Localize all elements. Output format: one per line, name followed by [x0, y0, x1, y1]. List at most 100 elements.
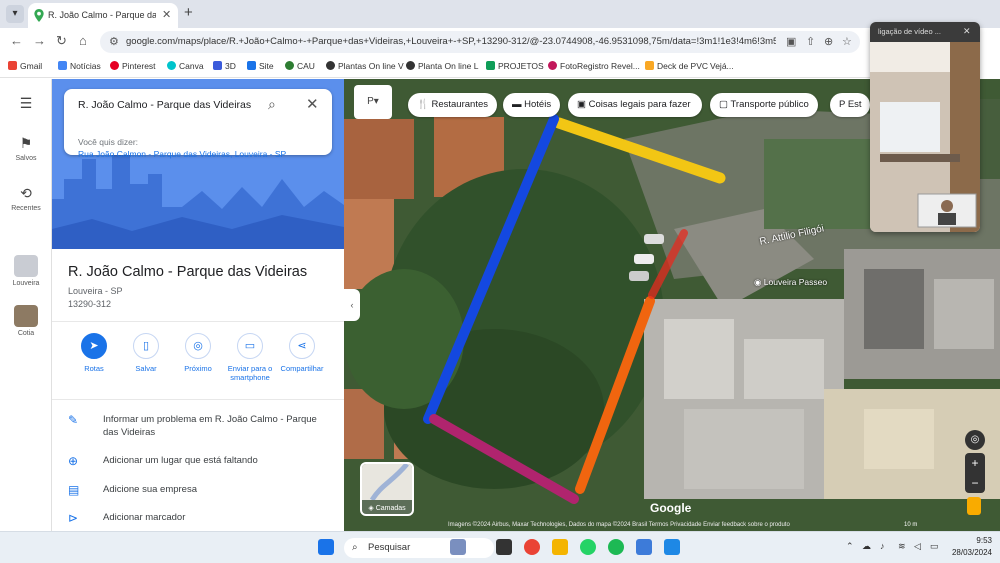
menu-icon[interactable]: ☰: [0, 95, 52, 115]
clock-date[interactable]: 28/03/2024: [944, 548, 992, 557]
bookmark-star-icon[interactable]: ☆: [842, 35, 852, 48]
bookmark-noticias[interactable]: Notícias: [58, 61, 101, 71]
chip-hotels[interactable]: ▬ Hotéis: [503, 93, 561, 117]
bookmarks-bar: Gmail Notícias Pinterest Canva 3D Site C…: [0, 56, 870, 78]
store-icon: ▤: [68, 483, 80, 497]
new-tab-icon[interactable]: +: [184, 4, 193, 21]
tab-search-button[interactable]: ▾: [6, 5, 24, 23]
zoom-icon[interactable]: ⊕: [824, 35, 833, 48]
did-you-mean-label: Você quis dizer:: [78, 137, 139, 147]
battery-icon[interactable]: ▭: [930, 541, 939, 552]
my-location-icon[interactable]: ◎: [965, 430, 985, 450]
share-button[interactable]: ⋖ Compartilhar: [274, 333, 330, 373]
bookmark-deck-pvc[interactable]: Deck de PVC: [645, 61, 708, 71]
bookmark-gmail[interactable]: Gmail: [8, 61, 42, 71]
reload-icon[interactable]: ↻: [56, 33, 67, 49]
label-icon: ⊳: [68, 511, 79, 525]
parking-icon: P: [839, 99, 846, 110]
chip-transit[interactable]: ▢ Transporte público: [710, 93, 818, 117]
chip-restaurants[interactable]: 🍴 Restaurantes: [408, 93, 497, 117]
whatsapp-icon[interactable]: [580, 539, 596, 555]
map-scale: 10 m: [904, 522, 918, 528]
forward-icon[interactable]: →: [33, 33, 46, 48]
search-query[interactable]: R. João Calmo - Parque das Videiras: [78, 99, 251, 111]
rail-recent[interactable]: ⟲ Recentes: [0, 185, 52, 212]
spotify-icon[interactable]: [608, 539, 624, 555]
bookmark-3d[interactable]: 3D: [213, 61, 236, 71]
poi-label[interactable]: ◉ Louveira Passeo: [754, 277, 827, 288]
bookmark-pinterest[interactable]: Pinterest: [110, 61, 156, 71]
layers-button[interactable]: ◈ Camadas: [360, 462, 414, 516]
video-call-window[interactable]: ligação de vídeo ... ✕: [870, 22, 980, 232]
bookmark-fotoregistro[interactable]: FotoRegistro Revel...: [548, 61, 640, 71]
taskbar-search[interactable]: ⌕ Pesquisar: [344, 538, 494, 558]
video-feed: [870, 42, 980, 232]
zoom-controls: + −: [965, 453, 985, 493]
chevron-up-icon[interactable]: ⌃: [846, 541, 854, 552]
close-icon[interactable]: ✕: [306, 95, 319, 113]
rail-saved[interactable]: ⚑ Salvos: [0, 135, 52, 162]
install-app-icon[interactable]: ▣: [786, 35, 796, 48]
address-bar[interactable]: ⚙ google.com/maps/place/R.+João+Calmo+-+…: [100, 31, 860, 53]
place-title: R. João Calmo - Parque das Videiras: [68, 264, 308, 280]
bookmark-canva[interactable]: Canva: [167, 61, 204, 71]
bookmark-planta-l[interactable]: Planta On line L: [406, 61, 478, 71]
cloud-icon[interactable]: ☁: [862, 541, 871, 552]
map-attribution: Imagens ©2024 Airbus, Maxar Technologies…: [448, 522, 790, 528]
chip-parking[interactable]: P Est: [830, 93, 870, 117]
send-to-phone-button[interactable]: ▭ Enviar para o smartphone: [222, 333, 278, 382]
tab-strip: ▾ R. João Calmo - Parque das Vi ✕ +: [0, 0, 1000, 28]
app-icon[interactable]: [636, 539, 652, 555]
wifi-icon[interactable]: ≋: [898, 541, 906, 552]
share-icon[interactable]: ⇧: [806, 35, 815, 48]
poi-pin-icon: ◉: [754, 277, 762, 287]
search-box[interactable]: R. João Calmo - Parque das Videiras ⌕ ✕ …: [64, 89, 332, 159]
bookmark-projetos[interactable]: PROJETOS: [486, 61, 544, 71]
bookmark-veja[interactable]: Vejá...: [710, 61, 734, 71]
did-you-mean-link[interactable]: Rua João Calmon - Parque das Videiras, L…: [78, 149, 286, 159]
clock-time[interactable]: 9:53: [950, 536, 992, 545]
start-icon[interactable]: [318, 539, 334, 555]
collapse-panel-button[interactable]: ‹: [344, 289, 360, 321]
pegman-icon[interactable]: [967, 497, 981, 515]
tab-maps[interactable]: R. João Calmo - Parque das Vi ✕: [28, 3, 178, 28]
map-type-button[interactable]: P▾: [354, 85, 392, 119]
browser-toolbar: ← → ↻ ⌂ ⚙ google.com/maps/place/R.+João+…: [0, 28, 870, 56]
home-icon[interactable]: ⌂: [79, 33, 87, 48]
rail-recent-cotia[interactable]: Cotia: [0, 305, 52, 337]
task-view-icon[interactable]: [496, 539, 512, 555]
tab-title: R. João Calmo - Parque das Vi: [48, 10, 156, 20]
bookmark-icon: ▯: [133, 333, 159, 359]
nearby-button[interactable]: ◎ Próximo: [170, 333, 226, 373]
bookmark-site[interactable]: Site: [247, 61, 274, 71]
chip-things-to-do[interactable]: ▣ Coisas legais para fazer: [568, 93, 702, 117]
bookmark-cau[interactable]: CAU: [285, 61, 315, 71]
place-city: Louveira - SP: [68, 286, 123, 296]
phone-icon: ▭: [237, 333, 263, 359]
zoom-in-button[interactable]: +: [965, 453, 985, 473]
photos-icon[interactable]: [664, 539, 680, 555]
place-thumbnail: [14, 305, 38, 327]
close-tab-icon[interactable]: ✕: [162, 8, 171, 21]
close-icon[interactable]: ✕: [963, 26, 971, 37]
search-icon[interactable]: ⌕: [268, 96, 276, 113]
back-icon[interactable]: ←: [10, 33, 23, 48]
widget-icon[interactable]: [450, 539, 466, 555]
save-button[interactable]: ▯ Salvar: [118, 333, 174, 373]
directions-button[interactable]: ➤ Rotas: [66, 333, 122, 373]
maps-pin-icon: [34, 9, 44, 22]
mic-icon[interactable]: ♪: [880, 541, 885, 551]
zoom-out-button[interactable]: −: [965, 473, 985, 493]
site-info-icon[interactable]: ⚙: [109, 35, 119, 48]
bookmark-plantas-v[interactable]: Plantas On line V: [326, 61, 404, 71]
chrome-icon[interactable]: [524, 539, 540, 555]
divider: [52, 399, 344, 400]
directions-icon: ➤: [81, 333, 107, 359]
magenta-line: [429, 414, 579, 504]
volume-icon[interactable]: ◁: [914, 541, 921, 552]
edit-icon: ✎: [68, 413, 79, 427]
rail-recent-louveira[interactable]: Louveira: [0, 255, 52, 287]
file-explorer-icon[interactable]: [552, 539, 568, 555]
camera-icon: ▣: [577, 99, 586, 110]
search-icon: ⌕: [352, 542, 358, 553]
